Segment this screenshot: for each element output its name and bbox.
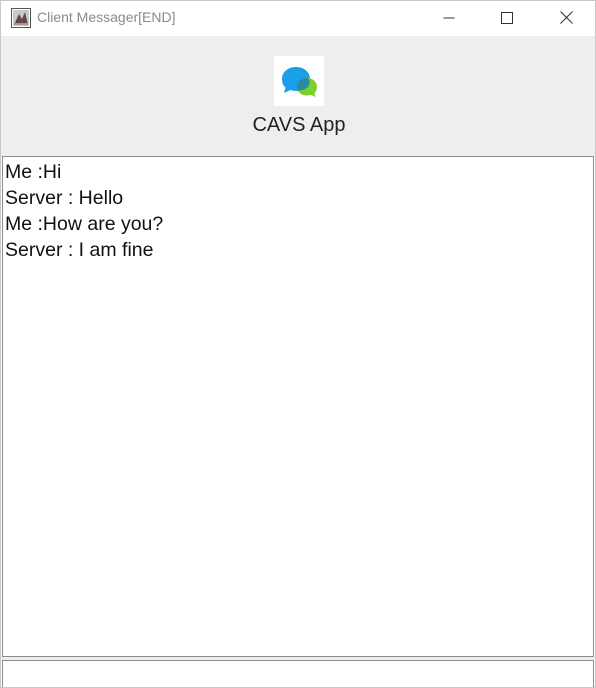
- app-logo: [274, 56, 324, 106]
- minimize-icon: [443, 17, 455, 18]
- client-messager-window: Client Messager[END] CAVS App Me:Hi Ser…: [0, 0, 596, 688]
- chat-message: Server : I am fine: [5, 239, 154, 261]
- maximize-button[interactable]: [478, 1, 536, 34]
- app-name: CAVS App: [252, 114, 346, 136]
- chat-message: Me :Hi: [5, 161, 62, 183]
- chat-message: Server : Hello: [5, 187, 124, 209]
- maximize-icon: [501, 11, 513, 24]
- message-input[interactable]: [2, 660, 594, 687]
- minimize-button[interactable]: [420, 1, 478, 34]
- close-icon: [559, 11, 573, 24]
- chat-message: Me :How are you?: [5, 213, 164, 235]
- window-title: Client Messager[END]: [37, 9, 176, 25]
- chat-transcript[interactable]: Me :Hi Server : Hello Me :How are you? S…: [2, 156, 594, 657]
- java-app-icon: [11, 8, 31, 28]
- chat-bubbles-icon: [282, 67, 317, 97]
- title-bar[interactable]: Client Messager[END]: [1, 1, 595, 36]
- app-header: CAVS App: [1, 36, 595, 156]
- close-button[interactable]: [537, 1, 595, 34]
